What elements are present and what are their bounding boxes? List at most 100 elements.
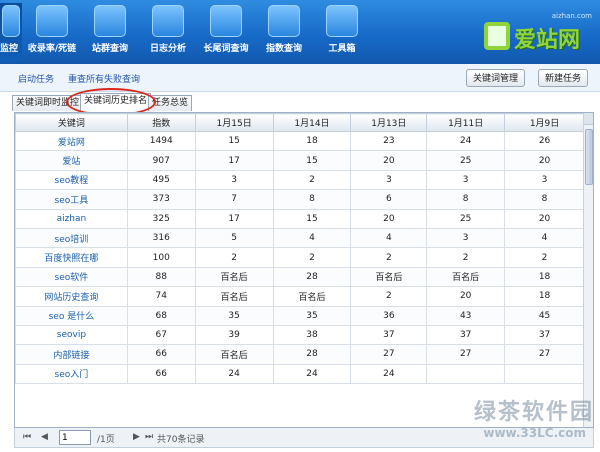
toolbar-item-1[interactable]: 收录率/死链 [24,3,80,61]
next-page-icon[interactable]: ▶ [133,432,140,442]
scroll-up-icon[interactable] [584,113,593,125]
table-row[interactable]: seo 是什么 68 35 35 36 43 45 [15,305,585,326]
rank-cell: 38 [272,324,352,346]
column-header[interactable]: 指数 [126,113,196,132]
keyword-cell[interactable]: seovip [15,324,128,346]
rank-cell: 3 [350,169,428,191]
keyword-cell[interactable]: seo培训 [15,227,128,249]
toolbar-item-label: 长尾词查询 [203,44,249,54]
brand-logo: aizhan.com 爱站网 [482,12,594,56]
table-row[interactable]: seo培训 316 5 4 4 3 4 [15,227,585,249]
toolbar-item-0[interactable]: 监控 [0,3,22,61]
rank-cell: 百名后 [194,344,274,365]
start-task-link[interactable]: 启动任务 [18,72,54,85]
rank-cell: 2 [272,169,352,191]
rank-cell: 35 [194,305,274,326]
table-row[interactable]: seovip 67 39 38 37 37 37 [15,324,585,346]
new-task-button[interactable]: 新建任务 [538,69,589,87]
toolbar-item-3[interactable]: 日志分析 [140,3,196,61]
rank-cell: 2 [194,247,274,268]
keyword-cell[interactable]: 内部链接 [15,344,128,365]
rank-cell: 45 [504,305,585,326]
brand-name: 爱站网 [514,27,581,53]
keyword-manage-button[interactable]: 关键词管理 [466,69,526,87]
rank-cell: 6 [350,189,428,210]
column-header[interactable]: 1月13日 [350,113,428,132]
brand-site: aizhan.com [551,12,592,20]
rank-cell: 37 [350,324,428,346]
table-row[interactable]: seo软件 88 百名后 28 百名后 百名后 18 [15,266,585,288]
table-row[interactable]: seo教程 495 3 2 3 3 3 [15,169,585,191]
ranking-grid: 关键词 指数 1月15日 1月14日 1月13日 1月11日 1月9日 爱站网 1494 15 1… [14,112,594,428]
toolbar-item-2[interactable]: 站群查询 [82,3,138,61]
keyword-cell[interactable]: seo 是什么 [15,305,128,326]
rank-cell: 325 [126,208,196,229]
page-input[interactable] [59,430,91,445]
table-row[interactable]: 爱站网 1494 15 18 23 24 26 [15,130,585,152]
scroll-thumb[interactable] [585,129,593,185]
rank-cell: 20 [426,286,506,307]
table-row[interactable]: seo入门 66 24 24 24 [15,363,585,385]
keyword-cell[interactable]: seo教程 [15,169,128,191]
vertical-scrollbar[interactable] [583,113,593,427]
keyword-cell[interactable]: seo软件 [15,266,128,288]
rank-cell: 25 [426,150,506,171]
rank-cell: 24 [350,363,428,385]
table-row[interactable]: 爱站 907 17 15 20 25 20 [15,150,585,171]
rank-cell: 18 [272,130,352,152]
first-page-icon[interactable]: ⏮ [23,432,31,442]
column-header[interactable]: 1月15日 [194,113,274,132]
monitor-icon [2,5,20,37]
table-row[interactable]: 内部链接 66 百名后 28 27 27 27 [15,344,585,365]
keyword-cell[interactable]: 百度快照在哪 [15,247,128,268]
recheck-failed-link[interactable]: 重查所有失败查询 [68,72,140,85]
column-header[interactable]: 1月14日 [272,113,352,132]
ranking-table: 关键词 指数 1月15日 1月14日 1月13日 1月11日 1月9日 爱站网 1494 15 1… [15,113,585,385]
rank-cell: 18 [504,266,585,288]
rank-cell: 8 [504,189,585,210]
watermark-cn: 绿茶软件园 [473,400,594,425]
prev-page-icon[interactable]: ◀ [41,432,48,442]
rank-cell: 4 [350,227,428,249]
toolbar-item-label: 指数查询 [265,44,302,54]
toolbar-item-5[interactable]: 指数查询 [256,3,312,61]
rank-cell: 2 [504,247,585,268]
keyword-cell[interactable]: 爱站网 [15,130,128,152]
rank-cell: 23 [350,130,428,152]
rank-cell [504,363,585,385]
rank-cell: 2 [272,247,352,268]
logo-icon [484,22,510,50]
keyword-cell[interactable]: seo入门 [15,363,128,385]
toolbar-item-6[interactable]: 工具箱 [314,3,370,61]
rank-cell: 25 [426,208,506,229]
watermark: 绿茶软件园 www.33LC.com [414,394,594,446]
rank-cell: 88 [126,266,196,288]
rank-cell: 15 [194,130,274,152]
toolbar-item-label: 站群查询 [91,44,128,54]
column-header[interactable]: 1月9日 [504,113,585,132]
rank-cell: 66 [126,344,196,365]
column-header[interactable]: 1月11日 [426,113,506,132]
toolbar-item-4[interactable]: 长尾词查询 [198,3,254,61]
column-header[interactable]: 关键词 [15,113,128,132]
table-row[interactable]: 网站历史查询 74 百名后 百名后 2 20 18 [15,286,585,307]
keyword-cell[interactable]: 网站历史查询 [15,286,128,307]
paper-plane-icon [210,5,242,37]
rank-cell: 20 [504,150,585,171]
rank-cell: 4 [504,227,585,249]
rank-cell: 17 [194,208,274,229]
last-page-icon[interactable]: ⏭ [145,432,153,442]
rank-cell: 17 [194,150,274,171]
rank-cell: 7 [194,189,274,210]
action-bar: 启动任务 重查所有失败查询 关键词管理 新建任务 [0,64,600,92]
rank-cell: 37 [504,324,585,346]
table-row[interactable]: seo工具 373 7 8 6 8 8 [15,189,585,210]
keyword-cell[interactable]: seo工具 [15,189,128,210]
keyword-cell[interactable]: 爱站 [15,150,128,171]
rank-cell: 3 [426,227,506,249]
rank-cell: 907 [126,150,196,171]
rank-cell: 15 [272,208,352,229]
table-row[interactable]: 百度快照在哪 100 2 2 2 2 2 [15,247,585,268]
table-row[interactable]: aizhan 325 17 15 20 25 20 [15,208,585,229]
keyword-cell[interactable]: aizhan [15,208,128,229]
